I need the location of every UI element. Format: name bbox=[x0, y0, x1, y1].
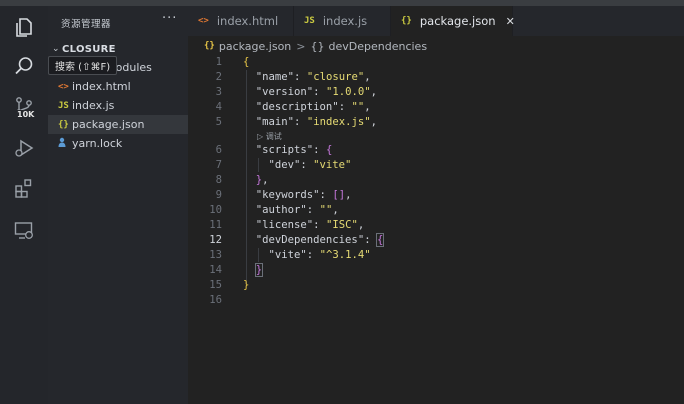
code-line: "version": "1.0.0", bbox=[255, 86, 377, 98]
remote-explorer-icon[interactable] bbox=[0, 210, 48, 250]
line-number: 8 bbox=[215, 174, 222, 186]
line-number: 15 bbox=[209, 279, 222, 291]
more-actions-button[interactable]: ··· bbox=[162, 11, 177, 26]
code-editor[interactable]: 1 2 3 4 5 6 7 8 9 10 11 12 13 14 15 16 {… bbox=[188, 56, 684, 404]
editor-tabs: <> index.html JS index.js {} package.jso… bbox=[188, 6, 684, 36]
line-number: 16 bbox=[209, 294, 222, 306]
file-index-html[interactable]: <> index.html bbox=[48, 77, 188, 96]
breadcrumb-separator: > bbox=[296, 39, 306, 53]
breadcrumb-node-icon: {} bbox=[310, 39, 325, 53]
js-file-icon: JS bbox=[58, 100, 69, 111]
extensions-icon[interactable] bbox=[0, 168, 48, 208]
line-number: 6 bbox=[215, 144, 222, 156]
search-icon[interactable] bbox=[0, 46, 48, 86]
chevron-down-icon: ⌄ bbox=[52, 44, 60, 54]
line-number: 10 bbox=[209, 204, 222, 216]
code-line: } bbox=[254, 263, 264, 277]
yarn-file-icon bbox=[58, 137, 72, 150]
search-tooltip: 搜索 (⇧⌘F) bbox=[48, 56, 118, 75]
tab-index-html[interactable]: <> index.html bbox=[188, 6, 294, 36]
file-package-json[interactable]: {} package.json bbox=[48, 115, 188, 134]
activity-bar: 10K bbox=[0, 6, 48, 404]
run-debug-icon[interactable] bbox=[0, 128, 48, 168]
breadcrumb: {} package.json > {} devDependencies bbox=[188, 36, 684, 56]
line-number: 9 bbox=[215, 189, 222, 201]
code-line: "keywords": [], bbox=[255, 189, 352, 201]
code-line: }, bbox=[255, 174, 269, 186]
code-line: "devDependencies": { bbox=[255, 233, 385, 247]
line-number: 2 bbox=[215, 71, 222, 83]
line-number: 12 bbox=[209, 234, 222, 246]
tab-label: package.json bbox=[419, 14, 496, 28]
code-line: "description": "", bbox=[255, 101, 371, 113]
tab-label: index.js bbox=[322, 14, 368, 28]
html-file-icon: <> bbox=[198, 16, 209, 26]
file-label: index.html bbox=[72, 80, 131, 93]
debug-code-lens[interactable]: ▷ 调试 bbox=[257, 131, 282, 142]
file-label: yarn.lock bbox=[72, 137, 123, 150]
js-file-icon: JS bbox=[304, 16, 315, 26]
code-line: "vite": "^3.1.4" bbox=[268, 249, 371, 261]
breadcrumb-node[interactable]: devDependencies bbox=[329, 40, 428, 53]
code-line: "scripts": { bbox=[255, 144, 333, 156]
line-number: 1 bbox=[215, 56, 222, 68]
folder-name: CLOSURE bbox=[62, 43, 116, 55]
file-label: package.json bbox=[72, 118, 145, 131]
code-line: } bbox=[243, 279, 250, 291]
line-number: 3 bbox=[215, 86, 222, 98]
explorer-icon[interactable] bbox=[0, 8, 48, 48]
tab-index-js[interactable]: JS index.js bbox=[294, 6, 391, 36]
code-line: "main": "index.js", bbox=[255, 116, 377, 128]
html-file-icon: <> bbox=[58, 81, 69, 92]
code-line: "name": "closure", bbox=[255, 71, 371, 83]
close-icon[interactable]: ✕ bbox=[506, 15, 515, 28]
file-yarn-lock[interactable]: yarn.lock bbox=[48, 134, 188, 153]
code-line: "dev": "vite" bbox=[268, 159, 352, 171]
code-line: "author": "", bbox=[255, 204, 339, 216]
code-line: { bbox=[243, 56, 250, 68]
line-number: 7 bbox=[215, 159, 222, 171]
source-control-badge: 10K bbox=[16, 110, 36, 119]
json-file-icon: {} bbox=[58, 119, 69, 130]
tab-package-json[interactable]: {} package.json ✕ bbox=[391, 6, 515, 36]
json-file-icon: {} bbox=[401, 16, 412, 26]
file-label: index.js bbox=[72, 99, 115, 112]
line-number: 4 bbox=[215, 101, 222, 113]
line-number: 11 bbox=[209, 219, 222, 231]
file-index-js[interactable]: JS index.js bbox=[48, 96, 188, 115]
json-file-icon: {} bbox=[204, 41, 215, 51]
line-number: 14 bbox=[209, 264, 222, 276]
code-line: "license": "ISC", bbox=[255, 219, 365, 231]
breadcrumb-file[interactable]: package.json bbox=[219, 40, 291, 53]
line-number: 13 bbox=[209, 249, 222, 261]
source-control-icon[interactable] bbox=[0, 86, 48, 126]
sidebar-title: 资源管理器 bbox=[61, 19, 112, 30]
tab-label: index.html bbox=[216, 14, 279, 28]
line-number: 5 bbox=[215, 116, 222, 128]
